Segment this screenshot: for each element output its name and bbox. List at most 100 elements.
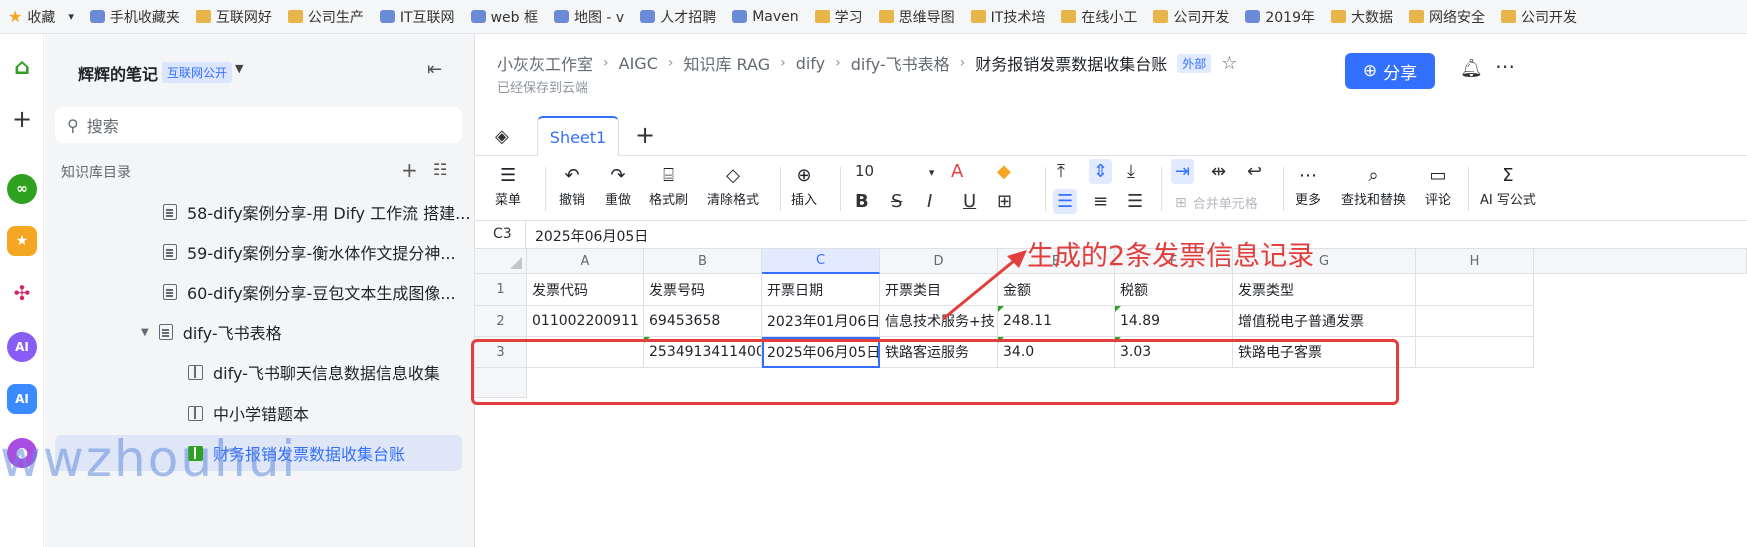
bell-icon[interactable]: 🔔︎ xyxy=(1460,58,1483,79)
row-header[interactable]: 1 xyxy=(475,274,527,306)
star-icon[interactable]: ☆ xyxy=(1221,53,1237,74)
collapse-sidebar-icon[interactable]: ⇤ xyxy=(427,59,442,80)
tree-item[interactable]: 60-dify案例分享-豆包文本生成图像... xyxy=(163,274,456,310)
table-cell[interactable]: 发票号码 xyxy=(644,274,762,306)
select-all-corner[interactable] xyxy=(475,249,527,274)
underline-icon[interactable]: U xyxy=(963,191,976,212)
table-cell[interactable]: 发票类型 xyxy=(1233,274,1416,306)
table-cell[interactable]: 税额 xyxy=(1115,274,1233,306)
wrap-clip-icon[interactable]: ⇹ xyxy=(1211,161,1226,182)
more-icon[interactable]: ⋯ xyxy=(1495,54,1515,78)
breadcrumb-item[interactable]: 知识库 RAG xyxy=(683,51,770,75)
tab-sheet1[interactable]: Sheet1 xyxy=(537,116,619,156)
column-header[interactable]: B xyxy=(644,249,762,274)
bookmark-item[interactable]: 思维导图 xyxy=(871,7,963,27)
list-settings-icon[interactable]: ☷ xyxy=(433,160,447,179)
tree-item[interactable]: 58-dify案例分享-用 Dify 工作流 搭建... xyxy=(163,194,470,230)
strikethrough-icon[interactable]: S xyxy=(891,191,902,212)
app-graph-icon[interactable]: ✣ xyxy=(7,278,37,308)
bookmark-item[interactable]: 在线小工 xyxy=(1053,7,1145,27)
find-replace-button[interactable]: ⌕ 查找和替换 xyxy=(1341,163,1406,208)
border-icon[interactable]: ⊞ xyxy=(997,191,1012,212)
column-header[interactable]: C xyxy=(762,249,880,274)
ai-formula-button[interactable]: Σ AI 写公式 xyxy=(1480,163,1536,208)
share-button[interactable]: ⊕ 分享 xyxy=(1345,53,1435,89)
align-top-icon[interactable]: ⤒ xyxy=(1057,161,1065,182)
font-color-icon[interactable]: A xyxy=(951,161,963,182)
table-cell[interactable]: 14.89 xyxy=(1115,306,1233,337)
bookmark-item[interactable]: 大数据 xyxy=(1323,7,1401,27)
row-header[interactable]: 2 xyxy=(475,306,527,337)
caret-down-icon[interactable]: ▼ xyxy=(141,327,149,338)
table-cell[interactable]: 2023年01月06日 xyxy=(762,306,880,337)
cell-reference[interactable]: C3 xyxy=(493,226,512,242)
home-icon[interactable]: ⌂ xyxy=(7,52,37,82)
table-cell[interactable]: 011002200911 xyxy=(527,306,644,337)
more-button[interactable]: ⋯ 更多 xyxy=(1295,163,1321,208)
tree-item[interactable]: 59-dify案例分享-衡水体作文提分神... xyxy=(163,234,456,270)
add-icon[interactable]: + xyxy=(401,158,418,182)
app-link-icon[interactable]: ∞ xyxy=(7,174,37,204)
bookmark-item[interactable]: 网络安全 xyxy=(1401,7,1493,27)
merge-cells-button[interactable]: ⊞ 合并单元格 xyxy=(1175,193,1258,213)
table-cell[interactable]: 发票代码 xyxy=(527,274,644,306)
formula-input[interactable]: 2025年06月05日 xyxy=(535,226,648,246)
wrap-overflow-icon[interactable]: ⇥ xyxy=(1171,159,1195,184)
chevron-down-icon[interactable]: ▼ xyxy=(235,62,243,75)
bold-icon[interactable]: B xyxy=(855,191,869,212)
bookmark-item[interactable]: ★ 收藏 ▾ xyxy=(0,7,82,27)
add-icon[interactable]: + xyxy=(7,104,37,134)
sidebar-title[interactable]: 辉辉的笔记 xyxy=(78,61,158,85)
app-star-icon[interactable]: ★ xyxy=(7,226,37,256)
page-title[interactable]: 财务报销发票数据收集台账 xyxy=(975,51,1167,75)
fill-color-icon[interactable]: ◆ xyxy=(997,161,1011,182)
italic-icon[interactable]: I xyxy=(927,191,932,212)
menu-button[interactable]: ☰ 菜单 xyxy=(495,163,521,208)
table-cell[interactable]: 增值税电子普通发票 xyxy=(1233,306,1416,337)
breadcrumb-item[interactable]: dify xyxy=(796,54,825,73)
table-cell[interactable] xyxy=(1416,274,1534,306)
bookmark-item[interactable]: Maven xyxy=(724,9,806,25)
table-cell[interactable] xyxy=(1416,306,1534,337)
table-cell[interactable]: 开票日期 xyxy=(762,274,880,306)
redo-button[interactable]: ↷ 重做 xyxy=(605,163,631,208)
bookmark-item[interactable]: 地图 - v xyxy=(546,7,632,27)
format-painter-button[interactable]: ⌸ 格式刷 xyxy=(649,163,688,208)
breadcrumb-item[interactable]: 小灰灰工作室 xyxy=(497,51,593,75)
layers-icon[interactable]: ◈ xyxy=(495,126,509,147)
align-bottom-icon[interactable]: ⤓ xyxy=(1127,161,1135,182)
bookmark-item[interactable]: 手机收藏夹 xyxy=(82,7,188,27)
bookmark-item[interactable]: 公司生产 xyxy=(280,7,372,27)
tree-item[interactable]: 中小学错题本 xyxy=(188,395,309,431)
column-header[interactable]: H xyxy=(1416,249,1534,274)
breadcrumb-item[interactable]: dify-飞书表格 xyxy=(851,51,950,75)
table-cell[interactable]: 69453658 xyxy=(644,306,762,337)
bookmark-item[interactable]: 互联网好 xyxy=(188,7,280,27)
bookmark-item[interactable]: 公司开发 xyxy=(1493,7,1585,27)
breadcrumb-item[interactable]: AIGC xyxy=(619,54,658,73)
add-sheet-icon[interactable]: + xyxy=(635,121,655,149)
wrap-text-icon[interactable]: ↩ xyxy=(1247,161,1262,182)
chevron-down-icon[interactable]: ▾ xyxy=(68,10,74,23)
align-middle-icon[interactable]: ⇕ xyxy=(1089,159,1113,184)
bookmark-item[interactable]: 2019年 xyxy=(1237,7,1323,27)
app-ai2-icon[interactable]: AI xyxy=(7,384,37,414)
search-input[interactable]: ⚲ 搜索 xyxy=(55,107,462,143)
tree-item[interactable]: dify-飞书聊天信息数据信息收集 xyxy=(188,354,440,390)
column-header[interactable] xyxy=(1534,249,1747,274)
font-size-select[interactable]: 10 ▾ xyxy=(855,162,934,180)
bookmark-item[interactable]: 公司开发 xyxy=(1145,7,1237,27)
bookmark-item[interactable]: 人才招聘 xyxy=(632,7,724,27)
clear-format-button[interactable]: ◇ 清除格式 xyxy=(707,163,759,208)
undo-button[interactable]: ↶ 撤销 xyxy=(559,163,585,208)
insert-button[interactable]: ⊕ 插入 xyxy=(791,163,817,208)
comment-button[interactable]: ▭ 评论 xyxy=(1425,163,1451,208)
bookmark-item[interactable]: IT技术培 xyxy=(963,7,1054,27)
align-left-icon[interactable]: ☰ xyxy=(1053,189,1078,214)
bookmark-item[interactable]: IT互联网 xyxy=(372,7,463,27)
table-cell[interactable] xyxy=(1416,337,1534,368)
app-ai-icon[interactable]: AI xyxy=(7,332,37,362)
column-header[interactable]: A xyxy=(527,249,644,274)
bookmark-item[interactable]: web 框 xyxy=(463,7,546,27)
align-right-icon[interactable]: ☰ xyxy=(1127,191,1143,212)
